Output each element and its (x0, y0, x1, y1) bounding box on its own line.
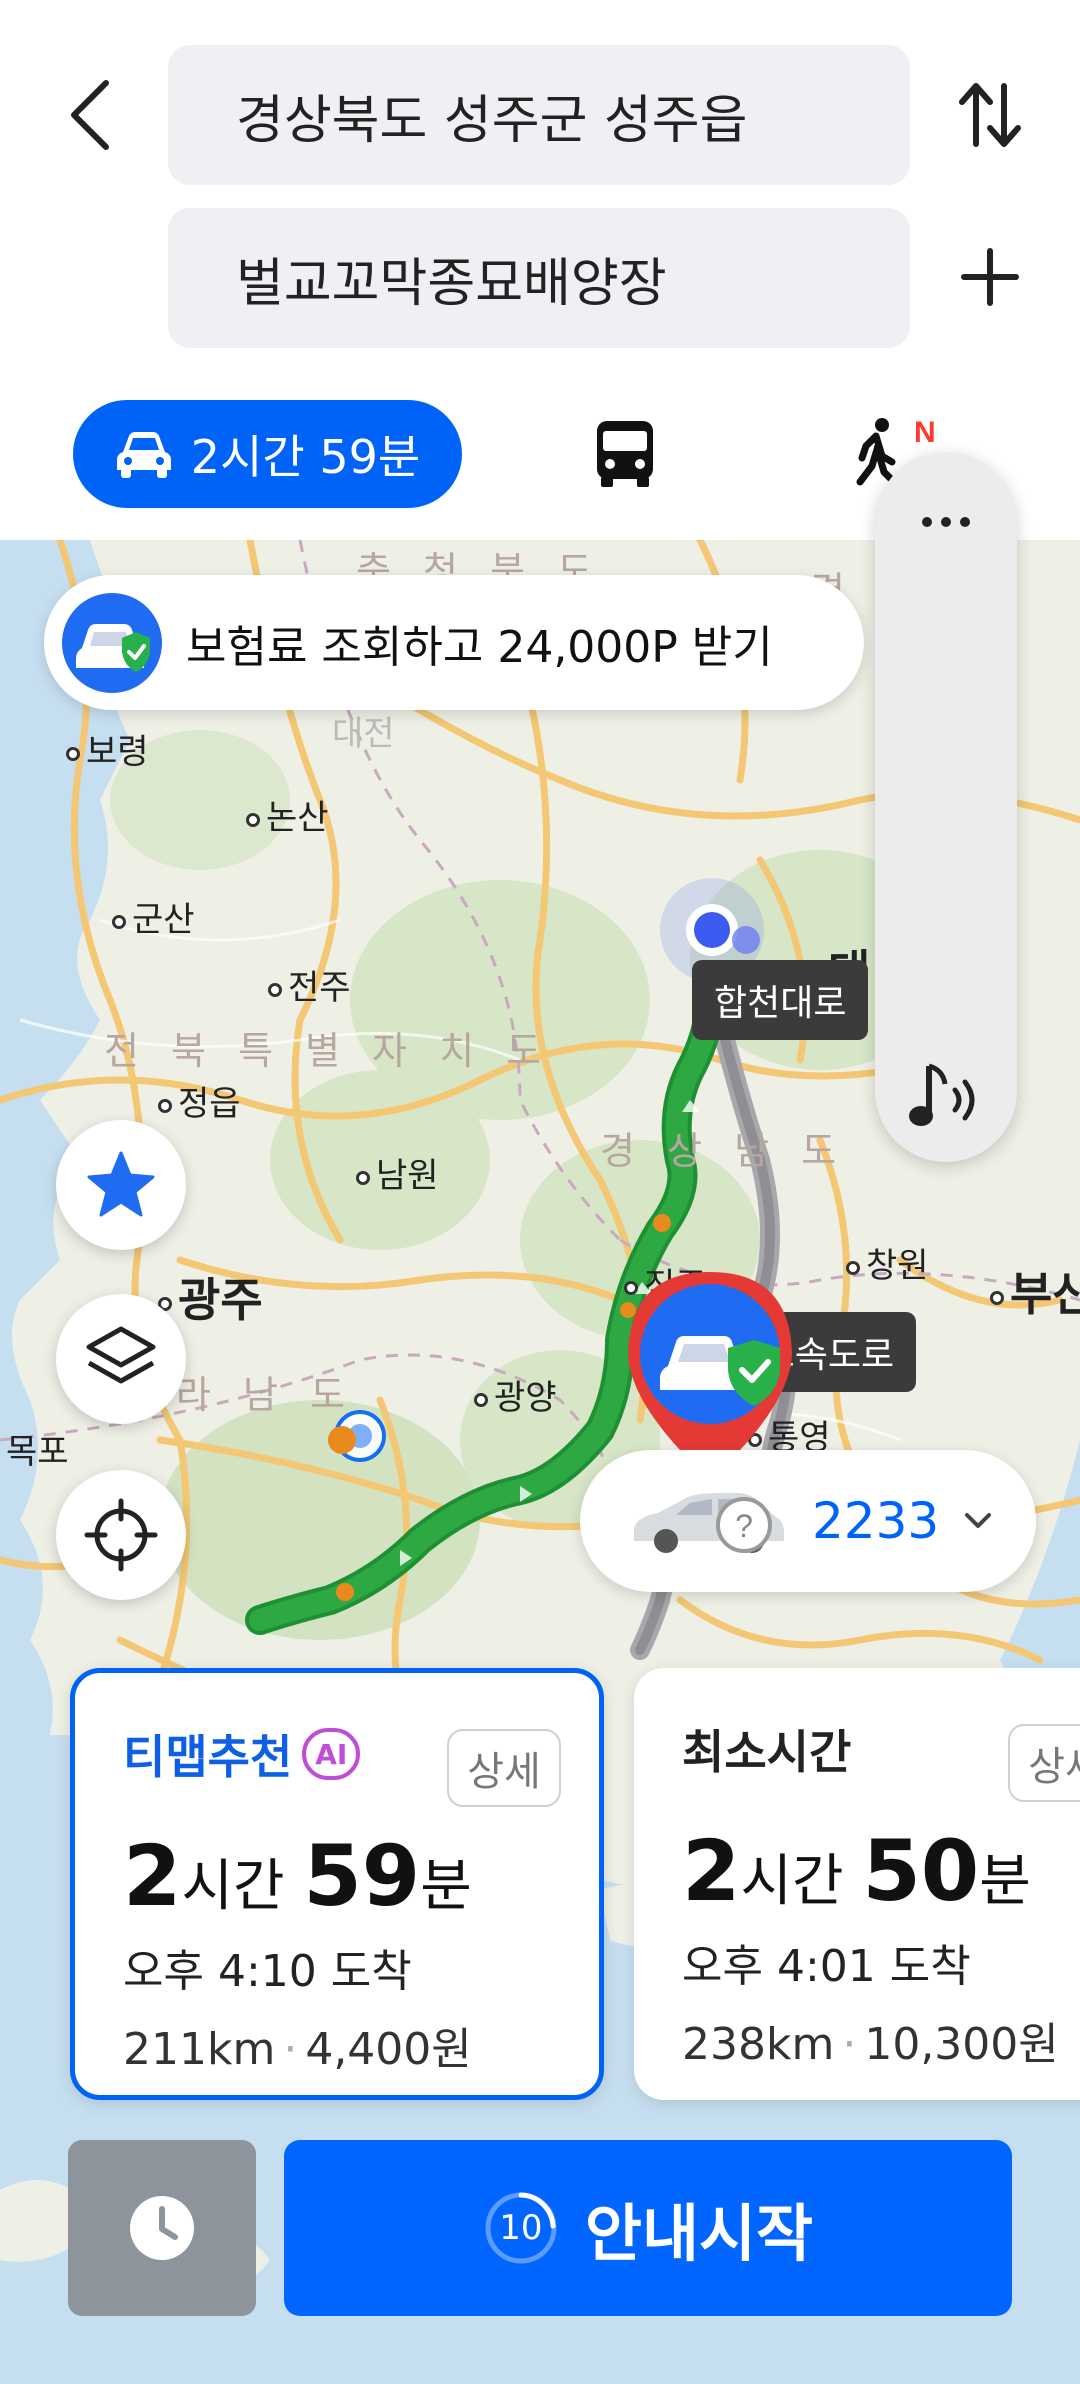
start-label: 안내시작 (584, 2197, 814, 2270)
vehicle-selector[interactable]: ? 2233 (580, 1450, 1036, 1592)
route-card-fastest[interactable]: 최소시간 상세 2시간 50분 오후 4:01 도착 238km·10,300원 (634, 1668, 1080, 2100)
duration-hours: 2 (123, 1827, 182, 1925)
label-jeongeup: 정읍 (158, 1076, 241, 1125)
origin-field[interactable]: 경상북도 성주군 성주읍 (168, 45, 910, 185)
hours-unit: 시간 (740, 1849, 844, 1914)
route-detail-button[interactable]: 상세 (447, 1729, 561, 1807)
route-eta: 오후 4:10 도착 (123, 1946, 412, 1997)
boryeong-text: 보령 (86, 732, 149, 772)
route-distance: 238km (682, 2019, 835, 2070)
label-gwangyang: 광양 (474, 1370, 557, 1419)
plus-icon (961, 248, 1019, 306)
tab-transit[interactable] (585, 414, 665, 494)
minutes-unit: 분 (979, 1849, 1031, 1914)
car-icon (116, 432, 171, 478)
countdown-timer: 10 (483, 2190, 559, 2266)
label-mokpo: 목포 (6, 1432, 69, 1472)
route-card-recommended[interactable]: 티맵추천 AI 상세 2시간 59분 오후 4:10 도착 211km · 4,40… (70, 1668, 604, 2100)
route-detail-button[interactable]: 상세 (1008, 1724, 1080, 1802)
route-toll: 10,300원 (864, 2019, 1059, 2070)
layers-icon (86, 1326, 156, 1384)
back-button[interactable] (50, 70, 130, 160)
gwangyang-text: 광양 (494, 1378, 557, 1418)
countdown-text: 10 (499, 2208, 543, 2248)
route-duration: 2시간 50분 (682, 1822, 1080, 1920)
vehicle-car-icon: ? (634, 1493, 784, 1553)
label-gunsan: 군산 (112, 892, 195, 941)
chevron-left-icon (71, 80, 109, 150)
add-waypoint-button[interactable] (950, 232, 1030, 322)
nonsan-text: 논산 (266, 798, 329, 838)
clock-icon (130, 2196, 194, 2260)
route-distance-toll: 238km · 10,300원 (682, 2019, 1059, 2070)
label-jeonnam: 라 남 도 (176, 1373, 356, 1417)
car-time: 2시간 59분 (190, 430, 421, 484)
label-namwon: 남원 (356, 1148, 439, 1197)
duration-minutes: 59 (303, 1827, 421, 1925)
insurance-promo-banner[interactable]: 보험료 조회하고 24,000P 받기 (44, 575, 864, 710)
route-title-text: 티맵추천 (123, 1730, 293, 1784)
label-busan: 부산 (990, 1258, 1080, 1324)
label-jeonbuk: 전 북 특 별 자 치 도 (104, 1029, 552, 1073)
ai-badge: AI (302, 1728, 361, 1780)
schedule-departure-button[interactable] (68, 2140, 256, 2316)
duration-hours: 2 (682, 1822, 741, 1920)
route-distance-toll: 211km · 4,400원 (123, 2024, 472, 2075)
vehicle-number: 2233 (812, 1492, 940, 1550)
route-title-text: 최소시간 (682, 1725, 852, 1779)
current-location-button[interactable] (56, 1470, 186, 1600)
start-navigation-button[interactable]: 10 안내시작 (284, 2140, 1012, 2316)
origin-text: 경상북도 성주군 성주읍 (236, 90, 748, 151)
destination-field[interactable]: 벌교꼬막종묘배양장 (168, 208, 910, 348)
changwon-text: 창원 (866, 1246, 929, 1286)
sound-icon[interactable] (903, 1052, 993, 1142)
namwon-text: 남원 (376, 1156, 439, 1196)
label-daejeon: 대전 (332, 714, 395, 754)
banner-text: 보험료 조회하고 24,000P 받기 (186, 621, 773, 673)
jeongeup-text: 정읍 (178, 1084, 241, 1124)
chevron-down-icon (965, 1513, 992, 1528)
swap-arrows-icon (959, 83, 1021, 147)
tab-car[interactable]: 2시간 59분 (73, 400, 462, 508)
destination-text: 벌교꼬막종묘배양장 (236, 253, 667, 314)
map-side-panel (875, 452, 1017, 1162)
busan-text: 부산 (1010, 1267, 1080, 1321)
route-distance: 211km (123, 2024, 276, 2075)
route-duration: 2시간 59분 (123, 1827, 599, 1925)
label-boryeong: 보령 (66, 724, 149, 773)
bus-icon (597, 421, 653, 487)
label-gyeongnam: 경 상 남 도 (600, 1129, 847, 1173)
hours-unit: 시간 (181, 1854, 285, 1919)
swap-button[interactable] (950, 70, 1030, 160)
favorites-button[interactable] (56, 1120, 186, 1250)
more-options-button[interactable] (875, 492, 1017, 552)
map-layers-button[interactable] (56, 1294, 186, 1424)
duration-minutes: 50 (862, 1822, 980, 1920)
minutes-unit: 분 (420, 1854, 472, 1919)
gunsan-text: 군산 (132, 900, 195, 940)
road-tag-hapcheon: 합천대로 (692, 960, 869, 1040)
label-changwon: 창원 (846, 1238, 929, 1287)
car-shield-icon (62, 592, 162, 693)
gwangju-text: 광주 (178, 1273, 263, 1327)
crosshair-icon (84, 1498, 158, 1572)
svg-text:?: ? (735, 1508, 753, 1544)
new-badge: N (914, 416, 936, 449)
label-nonsan: 논산 (246, 790, 329, 839)
route-eta: 오후 4:01 도착 (682, 1941, 971, 1992)
route-toll: 4,400원 (305, 2024, 472, 2075)
label-jeonju: 전주 (268, 960, 351, 1009)
jeonju-text: 전주 (288, 968, 351, 1008)
star-icon (87, 1151, 155, 1217)
